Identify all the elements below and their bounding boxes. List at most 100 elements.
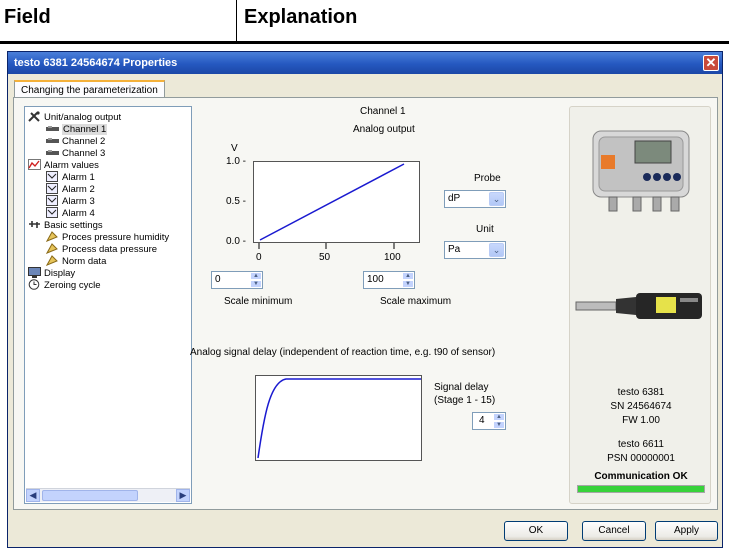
- signal-delay-description: Analog signal delay (independent of reac…: [190, 347, 496, 358]
- tree-item-label: Proces pressure humidity: [62, 232, 170, 243]
- unit-value: Pa: [448, 244, 461, 255]
- analog-output-chart-svg: [259, 163, 405, 241]
- scale-maximum-stepper[interactable]: 100 ▲ ▼: [363, 271, 415, 289]
- cancel-button[interactable]: Cancel: [582, 521, 646, 541]
- progress-fill: [578, 486, 704, 492]
- scale-minimum-label: Scale minimum: [224, 296, 293, 307]
- tree-item-label: Channel 2: [62, 136, 106, 147]
- tree-item-label: Display: [44, 268, 76, 279]
- tree-item-label: Alarm 4: [62, 208, 95, 219]
- signal-delay-range-label: (Stage 1 - 15): [434, 395, 496, 406]
- channel-icon: [46, 147, 59, 158]
- spin-arrows[interactable]: ▲ ▼: [493, 413, 505, 429]
- column-divider: [236, 0, 237, 42]
- tree-horizontal-scrollbar[interactable]: ◀ ▶: [26, 488, 190, 502]
- ok-button[interactable]: OK: [504, 521, 568, 541]
- scroll-right-button[interactable]: ▶: [176, 489, 190, 502]
- clock-icon: [28, 279, 41, 290]
- tree-item-label: Alarm 1: [62, 172, 95, 183]
- signal-delay-label: Signal delay: [434, 382, 489, 393]
- analog-output-title: Analog output: [353, 124, 415, 135]
- probe-value: dP: [448, 193, 461, 204]
- display-icon: [28, 267, 41, 278]
- process-icon: [45, 231, 59, 242]
- scale-maximum-value: 100: [367, 274, 384, 285]
- signal-delay-value: 4: [479, 415, 485, 426]
- probe-label: Probe: [474, 173, 501, 184]
- tree-item-label: Channel 1: [62, 124, 108, 135]
- tree-item-label: Alarm values: [44, 160, 99, 171]
- chevron-down-icon[interactable]: ⌄: [489, 243, 504, 257]
- spin-down-icon[interactable]: ▼: [493, 421, 505, 429]
- y-tick-label: 0.0 -: [226, 236, 247, 247]
- wrench-icon: [28, 111, 41, 122]
- alarm-icon: [46, 207, 59, 218]
- analog-output-chart: [253, 161, 420, 243]
- x-tick-label: 100: [384, 252, 401, 263]
- x-tick-label: 0: [256, 252, 262, 263]
- device-model: testo 6381: [617, 387, 665, 398]
- communication-status: Communication OK: [594, 471, 688, 482]
- tree-item-zeroing-cycle[interactable]: Zeroing cycle: [28, 279, 101, 292]
- close-button[interactable]: ✕: [703, 55, 719, 71]
- doc-table-header: Field Explanation: [0, 0, 729, 44]
- alarm-chart-icon: [28, 159, 41, 170]
- device-info-panel: testo 6381 SN 24564674 FW 1.00 testo 661…: [569, 106, 711, 504]
- spin-up-icon[interactable]: ▲: [402, 272, 414, 280]
- communication-progress-bar: [577, 485, 705, 493]
- scroll-left-button[interactable]: ◀: [26, 489, 40, 502]
- alarm-icon: [46, 183, 59, 194]
- tree-item-label: Alarm 3: [62, 196, 95, 207]
- spin-down-icon[interactable]: ▼: [402, 280, 414, 288]
- spin-up-icon[interactable]: ▲: [250, 272, 262, 280]
- probe-model: testo 6611: [618, 439, 664, 450]
- spin-arrows[interactable]: ▲ ▼: [402, 272, 414, 288]
- settings-icon: [28, 219, 41, 230]
- scroll-thumb[interactable]: [42, 490, 138, 501]
- transmitter-device-image: [592, 130, 690, 212]
- spin-arrows[interactable]: ▲ ▼: [250, 272, 262, 288]
- scale-maximum-label: Scale maximum: [380, 296, 452, 307]
- spin-up-icon[interactable]: ▲: [493, 413, 505, 421]
- tree-item-label: Basic settings: [44, 220, 103, 231]
- chevron-down-icon[interactable]: ⌄: [489, 192, 504, 206]
- tree-item-label: Alarm 2: [62, 184, 95, 195]
- y-axis-unit-label: V: [231, 143, 238, 154]
- signal-delay-curve: [257, 378, 421, 459]
- tab-pane: Unit/analog output Channel 1 Channel 2 C…: [13, 97, 718, 510]
- channel-title: Channel 1: [360, 106, 406, 117]
- tree-item-label: Unit/analog output: [44, 112, 122, 123]
- window-title: testo 6381 24564674 Properties: [14, 57, 178, 69]
- alarm-icon: [46, 171, 59, 182]
- device-firmware: FW 1.00: [622, 415, 660, 426]
- probe-select[interactable]: dP ⌄: [444, 190, 506, 208]
- tree-item-label: Channel 3: [62, 148, 106, 159]
- channel-icon: [46, 135, 59, 146]
- explanation-column-header: Explanation: [244, 6, 358, 28]
- tree-item-label: Process data pressure: [62, 244, 158, 255]
- tab-changing-parameterization[interactable]: Changing the parameterization: [14, 80, 165, 98]
- scale-minimum-stepper[interactable]: 0 ▲ ▼: [211, 271, 263, 289]
- field-column-header: Field: [4, 6, 51, 28]
- process-icon: [45, 243, 59, 254]
- humidity-probe-image: [575, 293, 702, 319]
- properties-dialog: testo 6381 24564674 Properties ✕ Changin…: [7, 51, 723, 548]
- y-tick-label: 1.0 -: [226, 156, 247, 167]
- tree-item-label: Norm data: [62, 256, 107, 267]
- alarm-icon: [46, 195, 59, 206]
- spin-down-icon[interactable]: ▼: [250, 280, 262, 288]
- unit-select[interactable]: Pa ⌄: [444, 241, 506, 259]
- header-underline: [0, 41, 729, 44]
- scale-minimum-value: 0: [215, 274, 221, 285]
- apply-button[interactable]: Apply: [655, 521, 718, 541]
- analog-output-line: [259, 163, 405, 241]
- channel-icon: [46, 123, 59, 134]
- probe-serial-number: PSN 00000001: [607, 453, 675, 464]
- tree-item-label: Zeroing cycle: [44, 280, 101, 291]
- unit-label: Unit: [476, 224, 494, 235]
- signal-delay-stepper[interactable]: 4 ▲ ▼: [472, 412, 506, 430]
- settings-tree: Unit/analog output Channel 1 Channel 2 C…: [24, 106, 192, 504]
- signal-delay-chart: [255, 375, 422, 461]
- x-tick-label: 50: [319, 252, 331, 263]
- y-tick-label: 0.5 -: [226, 196, 247, 207]
